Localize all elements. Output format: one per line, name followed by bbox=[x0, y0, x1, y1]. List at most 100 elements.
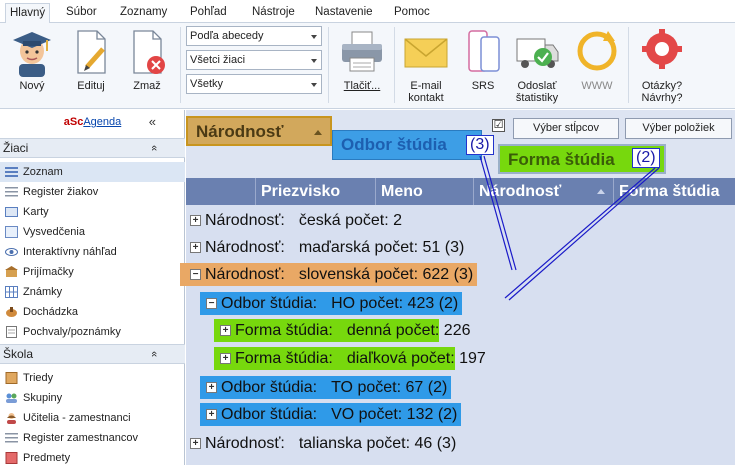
group-row[interactable]: + Odbor štúdia: VO počet: 132 (2) bbox=[200, 403, 462, 426]
sidebar-item-label: Register zamestnancov bbox=[23, 432, 138, 444]
sidebar-item-ucitelia[interactable]: Učitelia - zamestnanci bbox=[0, 408, 185, 428]
column-forma-studia[interactable]: Forma štúdia bbox=[614, 178, 735, 205]
chevron-down-icon bbox=[311, 83, 317, 87]
group-row-value: denná bbox=[346, 322, 392, 339]
sort-combo[interactable]: Podľa abecedy bbox=[186, 26, 322, 46]
email-contact-button[interactable]: E-mail kontakt bbox=[398, 27, 454, 104]
srs-button[interactable]: SRS bbox=[460, 27, 506, 92]
sidebar-item-predmety[interactable]: Predmety bbox=[0, 448, 185, 465]
www-label: WWW bbox=[581, 80, 613, 92]
ribbon-separator bbox=[328, 27, 329, 103]
tab-pohlad[interactable]: Pohľad bbox=[186, 3, 231, 23]
group-row[interactable]: + Národnosť: maďarská počet: 51 (3) bbox=[190, 236, 464, 259]
expand-icon[interactable]: + bbox=[190, 242, 201, 253]
notes-icon bbox=[6, 326, 17, 338]
sidebar-item-dochadzka[interactable]: Dochádzka bbox=[0, 302, 185, 322]
group-row[interactable]: − Odbor štúdia: HO počet: 423 (2) bbox=[200, 292, 463, 315]
class-icon bbox=[5, 372, 18, 384]
sidebar-item-register-zamestnancov[interactable]: Register zamestnancov bbox=[0, 428, 185, 448]
group-row-count: počet: bbox=[411, 350, 455, 367]
sidebar-item-vysvedcenia[interactable]: Vysvedčenia bbox=[0, 222, 185, 242]
zmaz-button[interactable]: Zmaž bbox=[124, 27, 170, 92]
column-narodnost-label: Národnosť bbox=[479, 183, 562, 200]
sidebar-item-label: Triedy bbox=[23, 372, 54, 384]
section-ziaci[interactable]: Žiaci « bbox=[0, 138, 185, 158]
expand-icon[interactable]: + bbox=[190, 438, 201, 449]
group-row[interactable]: + Forma štúdia: denná počet: 226 bbox=[214, 319, 471, 342]
sidebar-item-skupiny[interactable]: Skupiny bbox=[0, 388, 185, 408]
questions-button[interactable]: Otázky? Návrhy? bbox=[634, 27, 690, 104]
tab-pomoc[interactable]: Pomoc bbox=[390, 3, 434, 23]
subjects-icon bbox=[5, 452, 18, 464]
sidebar-item-znamky[interactable]: Známky bbox=[0, 282, 185, 302]
gear-icon bbox=[642, 29, 682, 69]
group-row-count: počet: 67 bbox=[357, 379, 424, 396]
group-row-value: talianska bbox=[298, 435, 362, 452]
tab-subor[interactable]: Súbor bbox=[62, 3, 101, 23]
novy-button[interactable]: Nový bbox=[6, 27, 58, 92]
sidebar-item-label: Register žiakov bbox=[23, 186, 99, 198]
sidebar-item-register-ziakov[interactable]: Register žiakov bbox=[0, 182, 185, 202]
sidebar-item-label: Predmety bbox=[23, 452, 71, 464]
section-skola[interactable]: Škola « bbox=[0, 344, 185, 364]
group-checkbox[interactable]: ☑ bbox=[492, 119, 505, 132]
chevron-down-icon bbox=[311, 59, 317, 63]
agenda-link[interactable]: aScAgenda bbox=[0, 116, 185, 128]
column-priezvisko[interactable]: Priezvisko bbox=[256, 178, 376, 205]
group-row-label: Národnosť: bbox=[205, 266, 285, 283]
students-filter-combo[interactable]: Všetci žiaci bbox=[186, 50, 322, 70]
group-row-selected[interactable]: − Národnosť: slovenská počet: 622 (3) bbox=[180, 263, 478, 286]
group-row-label: Forma štúdia: bbox=[235, 322, 333, 339]
sort-up-icon bbox=[314, 130, 322, 135]
edituj-button[interactable]: Edituj bbox=[68, 27, 114, 92]
select-columns-button[interactable]: Výber stĺpcov bbox=[513, 118, 619, 139]
column-blank bbox=[186, 178, 256, 205]
tab-zoznamy[interactable]: Zoznamy bbox=[116, 3, 171, 23]
www-button[interactable]: WWW bbox=[572, 27, 622, 92]
sidebar-item-prijimacky[interactable]: Prijímačky bbox=[0, 262, 185, 282]
sidebar-item-zoznam[interactable]: Zoznam bbox=[0, 162, 185, 182]
collapse-sidebar-icon[interactable]: « bbox=[149, 114, 156, 129]
group-row[interactable]: + Národnosť: talianska počet: 46 (3) bbox=[190, 432, 456, 455]
sidebar-item-label: Zoznam bbox=[23, 166, 63, 178]
expand-icon[interactable]: + bbox=[206, 409, 217, 420]
group-row[interactable]: + Národnosť: česká počet: 2 bbox=[190, 209, 402, 232]
group-chip-narodnost[interactable]: Národnosť bbox=[186, 116, 332, 146]
list-icon bbox=[5, 167, 18, 177]
group-row[interactable]: + Odbor štúdia: TO počet: 67 (2) bbox=[200, 376, 452, 399]
tab-nastroje[interactable]: Nástroje bbox=[248, 3, 299, 23]
sidebar-item-pochvaly[interactable]: Pochvaly/poznámky bbox=[0, 322, 185, 342]
sidebar-item-karty[interactable]: Karty bbox=[0, 202, 185, 222]
expand-icon[interactable]: + bbox=[206, 382, 217, 393]
sidebar-item-interaktivny-nahlad[interactable]: Interaktívny náhľad bbox=[0, 242, 185, 262]
tab-nastavenie[interactable]: Nastavenie bbox=[311, 3, 377, 23]
send-statistics-button[interactable]: Odoslať štatistiky bbox=[508, 27, 566, 104]
teacher-icon bbox=[7, 413, 16, 424]
section-ziaci-label: Žiaci bbox=[3, 141, 29, 155]
sidebar-item-triedy[interactable]: Triedy bbox=[0, 368, 185, 388]
brand-asc: aSc bbox=[63, 116, 84, 128]
group-row-label: Odbor štúdia: bbox=[221, 379, 318, 396]
group-chip-odbor-studia[interactable]: Odbor štúdia bbox=[332, 130, 482, 160]
column-meno[interactable]: Meno bbox=[376, 178, 474, 205]
email-label-1: E-mail bbox=[410, 80, 442, 92]
select-items-button[interactable]: Výber položiek bbox=[625, 118, 732, 139]
group-row-value: diaľková bbox=[346, 350, 407, 367]
collapse-icon[interactable]: − bbox=[206, 298, 217, 309]
expand-icon[interactable]: + bbox=[220, 353, 231, 364]
group-row-value: česká bbox=[298, 212, 341, 229]
print-button[interactable]: Tlačiť... bbox=[334, 27, 390, 92]
sidebar-item-label: Karty bbox=[23, 206, 49, 218]
refresh-globe-icon bbox=[577, 31, 617, 71]
column-narodnost[interactable]: Národnosť bbox=[474, 178, 614, 205]
chevron-up-icon: « bbox=[147, 350, 160, 358]
tab-hlavny[interactable]: Hlavný bbox=[5, 3, 51, 24]
expand-icon[interactable]: + bbox=[190, 215, 201, 226]
all-filter-combo[interactable]: Všetky bbox=[186, 74, 322, 94]
attendance-icon bbox=[6, 307, 17, 317]
group-by-panel: Národnosť Odbor štúdia Forma štúdia ☑ Vý… bbox=[186, 110, 735, 178]
group-row[interactable]: + Forma štúdia: diaľková počet: 197 bbox=[214, 347, 486, 370]
expand-icon[interactable]: + bbox=[220, 325, 231, 336]
collapse-icon[interactable]: − bbox=[190, 269, 201, 280]
group-chip-label: Odbor štúdia bbox=[341, 135, 447, 154]
